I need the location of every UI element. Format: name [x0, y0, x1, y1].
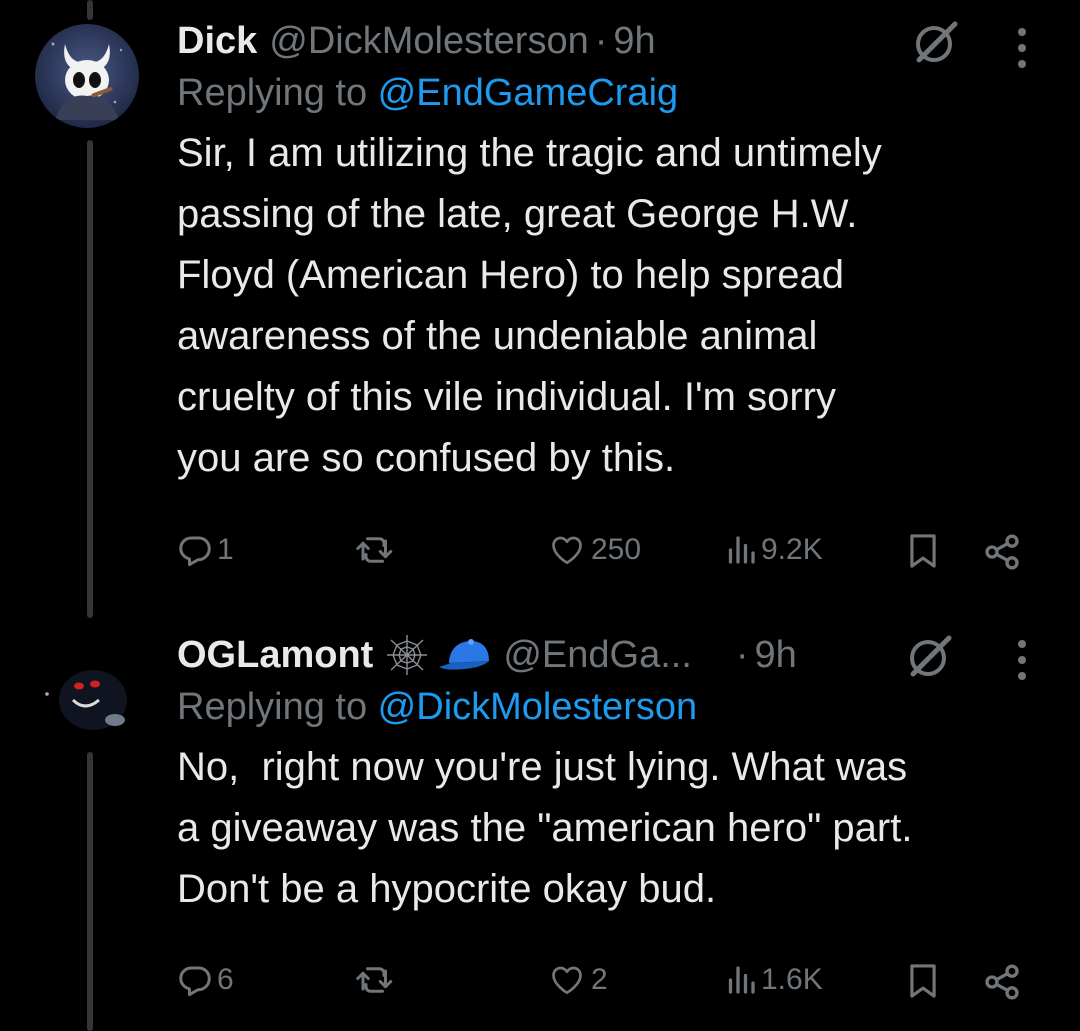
separator-dot: ·: [735, 633, 749, 676]
tweet-text: Sir, I am utilizing the tragic and untim…: [177, 131, 882, 480]
replying-to: Replying to @EndGameCraig: [177, 72, 1056, 115]
reply-count: 1: [217, 533, 234, 566]
tweet-text: No, right now you're just lying. What wa…: [177, 745, 913, 911]
share-icon: [985, 964, 1019, 1000]
more-options-icon[interactable]: [1015, 638, 1029, 682]
like-count: 250: [591, 533, 642, 566]
like-count: 2: [591, 963, 608, 996]
repost-icon: [356, 537, 393, 563]
like-button[interactable]: 250: [547, 532, 641, 568]
replying-to-prefix: Replying to: [177, 686, 378, 728]
avatar-knight-icon: [35, 24, 139, 128]
share-button[interactable]: [982, 532, 1022, 572]
views-button[interactable]: 9.2K: [725, 532, 823, 568]
avatar[interactable]: [35, 24, 139, 128]
timestamp[interactable]: 9h: [755, 634, 797, 677]
display-name[interactable]: Dick: [177, 20, 257, 63]
views-icon: [728, 536, 755, 564]
bookmark-button[interactable]: [907, 962, 939, 1000]
action-bar: 1 250 9.2K: [177, 532, 1030, 578]
repost-button[interactable]: [355, 532, 399, 568]
bookmark-icon: [910, 534, 936, 568]
view-count: 9.2K: [761, 533, 823, 566]
share-button[interactable]: [982, 962, 1022, 1002]
more-options-icon[interactable]: [1015, 26, 1029, 70]
reply-count: 6: [217, 963, 234, 996]
view-count: 1.6K: [761, 963, 823, 996]
grok-icon[interactable]: [913, 20, 959, 66]
views-button[interactable]: 1.6K: [725, 962, 823, 998]
share-icon: [985, 534, 1019, 570]
avatar[interactable]: [35, 638, 139, 742]
tweet[interactable]: OGLamont @EndGa... · 9h Replying to @Dic…: [0, 610, 1080, 1031]
replying-to: Replying to @DickMolesterson: [177, 686, 1056, 729]
bookmark-icon: [910, 964, 936, 998]
like-button[interactable]: 2: [547, 962, 608, 998]
spiderweb-icon: [383, 633, 431, 677]
avatar-shadow-creature-icon: [35, 638, 139, 742]
replying-to-prefix: Replying to: [177, 72, 378, 114]
heart-icon: [552, 536, 582, 565]
action-bar: 6 2 1.6K: [177, 962, 1030, 1008]
username[interactable]: @EndGa...: [503, 634, 692, 677]
bookmark-button[interactable]: [907, 532, 939, 570]
reply-icon: [179, 536, 211, 567]
timestamp[interactable]: 9h: [613, 20, 655, 63]
separator-dot: ·: [594, 19, 608, 62]
reply-icon: [179, 966, 211, 997]
username[interactable]: @DickMolesterson: [269, 20, 588, 63]
blue-cap-icon: [435, 633, 495, 677]
replying-to-link[interactable]: @DickMolesterson: [378, 686, 697, 728]
tweet[interactable]: Dick @DickMolesterson · 9h Replying to @…: [0, 0, 1080, 610]
heart-icon: [552, 966, 582, 995]
grok-icon[interactable]: [907, 634, 953, 680]
replying-to-link[interactable]: @EndGameCraig: [378, 72, 678, 114]
repost-button[interactable]: [355, 962, 399, 998]
repost-icon: [356, 967, 393, 993]
views-icon: [728, 966, 755, 994]
display-name[interactable]: OGLamont: [177, 634, 373, 677]
reply-button[interactable]: 1: [177, 532, 234, 568]
reply-button[interactable]: 6: [177, 962, 234, 998]
